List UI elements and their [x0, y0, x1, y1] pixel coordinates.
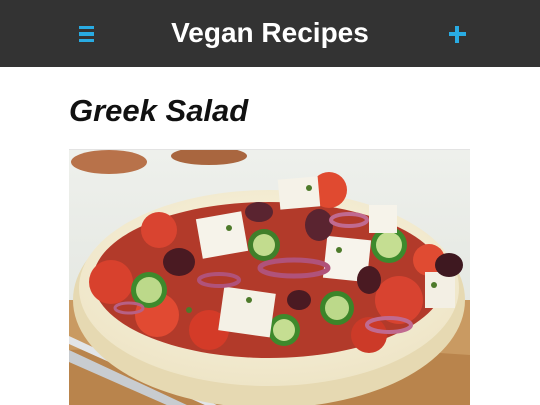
add-recipe-button[interactable] [443, 20, 471, 48]
hamburger-menu-icon [78, 25, 94, 43]
menu-button[interactable] [72, 20, 100, 48]
plus-icon [448, 25, 466, 43]
app-header: Vegan Recipes [0, 0, 540, 67]
recipe-photo [69, 149, 470, 405]
recipe-title: Greek Salad [69, 93, 249, 128]
